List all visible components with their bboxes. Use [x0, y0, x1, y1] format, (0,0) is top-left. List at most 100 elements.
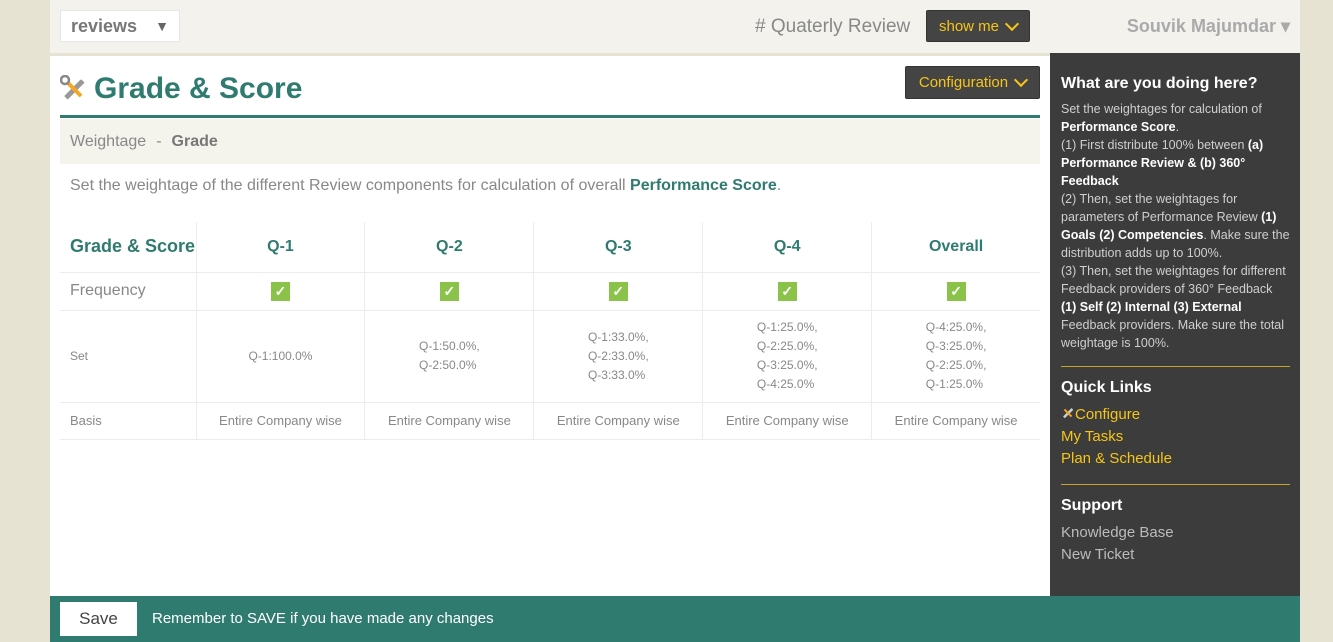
set-value: Q-1:100.0% — [248, 348, 313, 363]
show-me-label: show me — [938, 17, 1000, 35]
page-title: Grade & Score — [94, 72, 303, 105]
set-value: Q-1:33.0%, — [587, 329, 649, 344]
frequency-cell: ✓ — [195, 271, 366, 311]
table-header-row: Grade & Score Q-1 Q-2 Q-3 Q-4 Overall — [60, 222, 1040, 273]
support-link-new-ticket[interactable]: New Ticket — [1061, 544, 1290, 566]
set-cell: Q-4:25.0%, Q-3:25.0%, Q-2:25.0%, Q-1:25.… — [871, 309, 1040, 403]
breadcrumb-separator: - — [156, 132, 162, 150]
set-value: Q-2:25.0%, — [756, 339, 818, 353]
top-bar: reviews ▼ # Quaterly Review show me Souv… — [50, 0, 1300, 53]
table-row-set: Set Q-1:100.0% Q-1:50.0%, Q-2:50.0% Q-1:… — [60, 309, 1040, 403]
frequency-cell: ✓ — [364, 271, 535, 311]
basis-cell: Entire Company wise — [702, 401, 873, 440]
save-button[interactable]: Save — [60, 602, 137, 636]
checkmark-icon[interactable]: ✓ — [777, 281, 797, 301]
show-me-button[interactable]: show me — [926, 10, 1030, 42]
quick-link-label: Configure — [1075, 406, 1141, 423]
configuration-label: Configuration — [918, 74, 1009, 91]
set-value: Q-2:33.0%, — [587, 348, 649, 363]
module-select[interactable]: reviews ▼ — [60, 10, 180, 42]
review-cycle-label: # Quaterly Review — [755, 16, 911, 37]
sidebar-divider — [1061, 484, 1290, 485]
footer-message: Remember to SAVE if you have made any ch… — [152, 610, 494, 627]
help-text-part: Feedback providers. Make sure the total … — [1061, 318, 1285, 350]
title-wrap: Grade & Score — [60, 72, 302, 106]
set-value: Q-3:33.0% — [587, 367, 646, 382]
description-suffix: . — [776, 177, 782, 194]
footer-bar: Save Remember to SAVE if you have made a… — [50, 596, 1300, 642]
set-cell: Q-1:25.0%, Q-2:25.0%, Q-3:25.0%, Q-4:25.… — [702, 309, 873, 403]
tools-icon — [60, 75, 85, 100]
help-text-bold: (1) Self (2) Internal (3) External — [1061, 300, 1242, 314]
checkmark-icon[interactable]: ✓ — [270, 281, 290, 301]
checkmark-icon[interactable]: ✓ — [608, 281, 628, 301]
breadcrumb-weightage[interactable]: Weightage — [70, 133, 146, 151]
help-title: What are you doing here? — [1061, 75, 1258, 92]
main-panel: Grade & Score Configuration Weightage - … — [50, 56, 1050, 596]
column-header-grade-score: Grade & Score — [60, 222, 197, 273]
help-text: Set the weightages for calculation of Pe… — [1061, 100, 1290, 352]
help-text-part: Set the weightages for calculation of — [1061, 102, 1262, 116]
basis-cell: Entire Company wise — [195, 401, 366, 440]
set-value: Q-1:25.0%, — [756, 320, 818, 334]
column-header-q2: Q-2 — [364, 222, 535, 273]
help-text-part: (1) First distribute 100% between — [1061, 138, 1248, 152]
set-value: Q-1:25.0% — [925, 377, 984, 391]
support-title: Support — [1061, 497, 1123, 514]
set-value: Q-1:50.0%, — [419, 339, 480, 353]
caret-down-icon: ▼ — [155, 18, 169, 34]
row-label-frequency: Frequency — [60, 271, 197, 311]
grade-score-table: Grade & Score Q-1 Q-2 Q-3 Q-4 Overall Fr… — [60, 222, 1040, 440]
breadcrumb-grade: Grade — [171, 132, 218, 150]
breadcrumb: Weightage - Grade — [60, 119, 1040, 164]
basis-cell: Entire Company wise — [533, 401, 704, 440]
basis-cell: Entire Company wise — [364, 401, 535, 440]
checkmark-icon[interactable]: ✓ — [439, 281, 459, 301]
quick-links: Configure My Tasks Plan & Schedule — [1061, 404, 1290, 470]
row-label-basis: Basis — [60, 401, 197, 440]
basis-cell: Entire Company wise — [871, 401, 1040, 440]
column-header-q3: Q-3 — [533, 222, 704, 273]
page-header: Grade & Score Configuration — [60, 66, 1040, 118]
module-select-value: reviews — [71, 15, 138, 36]
set-value: Q-3:25.0%, — [756, 358, 818, 372]
column-header-q1: Q-1 — [195, 222, 366, 273]
set-value: Q-2:25.0%, — [925, 358, 987, 372]
table-row-frequency: Frequency ✓ ✓ ✓ ✓ ✓ — [60, 271, 1040, 311]
table-row-basis: Basis Entire Company wise Entire Company… — [60, 401, 1040, 440]
support-link-knowledge-base[interactable]: Knowledge Base — [1061, 522, 1290, 544]
frequency-cell: ✓ — [871, 271, 1040, 311]
sidebar-divider — [1061, 366, 1290, 367]
quick-link-my-tasks[interactable]: My Tasks — [1061, 426, 1290, 448]
set-value: Q-2:50.0% — [419, 358, 477, 372]
set-cell: Q-1:50.0%, Q-2:50.0% — [364, 309, 535, 403]
help-text-bold: Performance Score — [1061, 120, 1176, 134]
user-menu[interactable]: Souvik Majumdar ▾ — [1127, 16, 1290, 37]
frequency-cell: ✓ — [533, 271, 704, 311]
quick-link-configure[interactable]: Configure — [1061, 404, 1290, 426]
configuration-button[interactable]: Configuration — [905, 66, 1040, 99]
support-links: Knowledge Base New Ticket — [1061, 522, 1290, 566]
quick-link-plan-schedule[interactable]: Plan & Schedule — [1061, 448, 1290, 470]
description-text: Set the weightage of the different Revie… — [70, 177, 631, 194]
help-text-part: (3) Then, set the weightages for differe… — [1061, 264, 1286, 296]
chevron-down-icon — [1014, 72, 1029, 88]
frequency-cell: ✓ — [702, 271, 873, 311]
checkmark-icon[interactable]: ✓ — [946, 281, 966, 301]
set-value: Q-3:25.0%, — [925, 339, 987, 353]
column-header-q4: Q-4 — [702, 222, 873, 273]
help-sidebar: What are you doing here? Set the weighta… — [1050, 53, 1300, 596]
tools-icon — [1063, 408, 1074, 419]
column-header-overall: Overall — [871, 222, 1040, 273]
quick-links-title: Quick Links — [1061, 379, 1152, 396]
set-value: Q-4:25.0%, — [925, 320, 987, 334]
help-text-part: . — [1175, 120, 1180, 134]
help-text-part: (2) Then, set the weightages for paramet… — [1061, 192, 1262, 224]
set-value: Q-4:25.0% — [756, 377, 815, 391]
set-cell: Q-1:33.0%, Q-2:33.0%, Q-3:33.0% — [533, 309, 704, 403]
chevron-down-icon — [1004, 16, 1020, 31]
row-label-set: Set — [60, 309, 197, 403]
set-cell: Q-1:100.0% — [195, 309, 366, 403]
description-bold: Performance Score — [630, 177, 777, 194]
page-description: Set the weightage of the different Revie… — [70, 177, 781, 195]
